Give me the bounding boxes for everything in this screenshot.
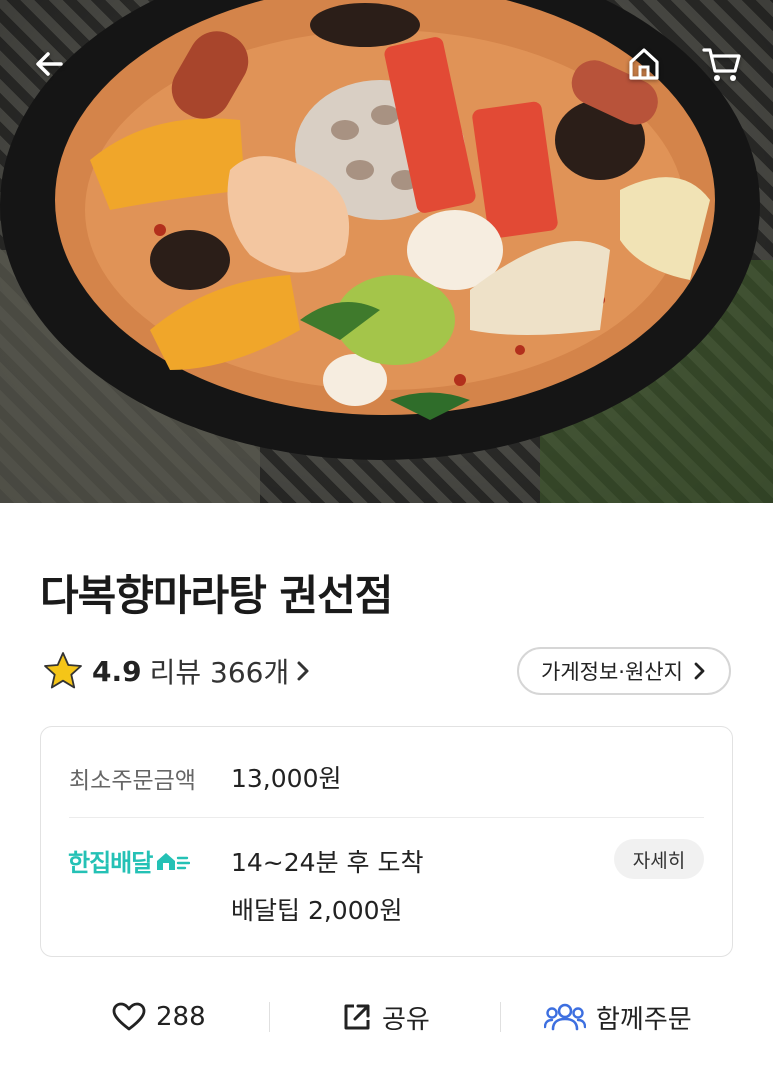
share-icon [344, 1004, 370, 1030]
home-icon [629, 48, 659, 80]
group-order-label: 함께주문 [596, 1004, 692, 1035]
group-order-button[interactable]: 함께주문 [544, 994, 692, 1040]
min-order-value: 13,000원 [231, 764, 342, 793]
share-button[interactable]: 공유 [342, 994, 430, 1040]
star-icon [44, 652, 82, 689]
delivery-info-card: 최소주문금액 13,000원 한집배달 14~24분 후 도착 배달팁 2,00… [40, 726, 733, 957]
arrow-left-icon [36, 52, 63, 76]
delivery-tip: 배달팁 2,000원 [231, 896, 403, 925]
delivery-eta: 14~24분 후 도착 [231, 848, 424, 877]
heart-icon [112, 1002, 146, 1031]
back-button[interactable] [25, 40, 73, 88]
review-link[interactable]: 리뷰 366개 [150, 651, 312, 691]
store-info-button[interactable]: 가게정보·원산지 [517, 647, 731, 695]
group-users-icon [544, 1003, 586, 1031]
home-button[interactable] [620, 40, 668, 88]
delivery-detail-button[interactable]: 자세히 [614, 839, 704, 879]
like-button[interactable]: 288 [112, 994, 206, 1040]
share-label: 공유 [382, 1004, 430, 1035]
store-hero-image [0, 0, 773, 503]
rating-score: 4.9 [92, 654, 142, 688]
house-speed-icon [157, 852, 191, 870]
delivery-brand-label: 한집배달 [68, 849, 153, 877]
cart-button[interactable] [698, 40, 746, 88]
like-count: 288 [156, 1002, 206, 1032]
divider [69, 817, 704, 818]
review-count: 리뷰 366개 [149, 656, 290, 689]
divider [500, 1002, 501, 1032]
store-name: 다복향마라탕 권선점 [40, 571, 393, 620]
chevron-right-icon [694, 662, 705, 680]
divider [269, 1002, 270, 1032]
delivery-brand: 한집배달 [68, 843, 191, 878]
store-info-label: 가게정보·원산지 [541, 660, 683, 684]
rating-row: 4.9 리뷰 366개 [42, 648, 311, 694]
cart-icon [702, 48, 741, 81]
chevron-right-icon [297, 661, 309, 681]
min-order-label: 최소주문금액 [69, 768, 196, 794]
action-bar: 288 공유 함께주문 [40, 994, 733, 1040]
